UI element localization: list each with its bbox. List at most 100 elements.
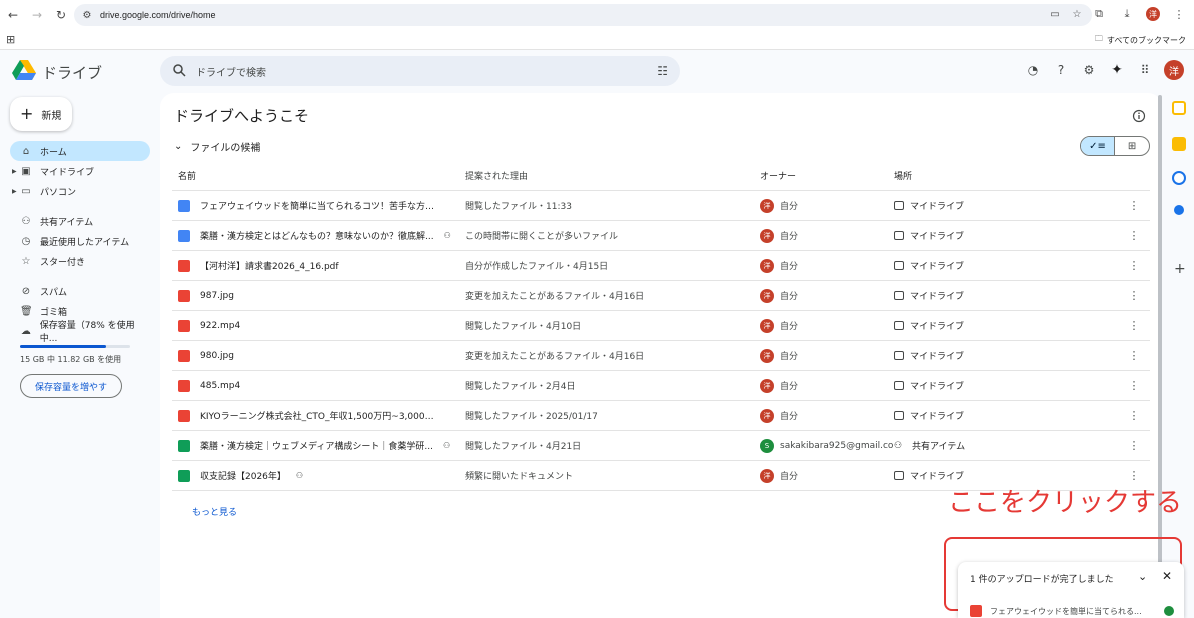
account-avatar[interactable]: 洋 — [1164, 60, 1184, 80]
file-name-cell[interactable]: 922.mp4 — [172, 319, 465, 332]
table-row[interactable]: 薬膳・漢方検定｜ウェブメディア構成シート｜食薬学研... ⚇ 閲覧したファイル・4月… — [172, 431, 1150, 461]
sidebar-item-my-drive[interactable]: ▶ ▣ マイドライブ — [10, 161, 150, 181]
my-drive-icon — [894, 231, 904, 240]
more-actions-icon[interactable]: ⋮ — [1124, 229, 1144, 242]
shared-people-icon: ⚇ — [894, 440, 903, 451]
more-actions-icon[interactable]: ⋮ — [1124, 379, 1144, 392]
more-actions-icon[interactable]: ⋮ — [1124, 199, 1144, 212]
reload-icon[interactable]: ↻ — [50, 4, 72, 26]
apps-grid-icon[interactable]: ⠿ — [1136, 61, 1154, 79]
file-name-cell[interactable]: 【河村洋】請求書2026_4_16.pdf — [172, 259, 465, 272]
more-actions-icon[interactable]: ⋮ — [1124, 289, 1144, 302]
table-row[interactable]: 485.mp4 閲覧したファイル・2月4日 洋自分 マイドライブ ⋮ — [172, 371, 1150, 401]
more-actions-icon[interactable]: ⋮ — [1124, 259, 1144, 272]
sheet-file-icon — [178, 469, 190, 482]
extensions-icon[interactable]: ⧉ — [1090, 5, 1108, 23]
forward-icon[interactable]: → — [26, 4, 48, 26]
location-cell[interactable]: マイドライブ — [894, 469, 1124, 482]
show-more-link[interactable]: もっと見る — [192, 505, 237, 518]
column-name[interactable]: 名前 — [172, 169, 465, 182]
location-cell[interactable]: マイドライブ — [894, 409, 1124, 422]
file-name-cell[interactable]: 薬膳・漢方検定｜ウェブメディア構成シート｜食薬学研... ⚇ — [172, 439, 465, 452]
sidebar-item-starred[interactable]: ☆ スター付き — [10, 251, 150, 271]
download-icon[interactable]: ⤓ — [1118, 5, 1136, 23]
owner-avatar: 洋 — [760, 258, 774, 273]
reason-cell: 自分が作成したファイル・4月15日 — [465, 262, 609, 272]
settings-gear-icon[interactable]: ⚙ — [1080, 61, 1098, 79]
image-file-icon — [178, 289, 190, 302]
table-row[interactable]: 980.jpg 変更を加えたことがあるファイル・4月16日 洋自分 マイドライブ ⋮ — [172, 341, 1150, 371]
expand-caret-icon[interactable]: ▶ — [12, 188, 17, 195]
more-actions-icon[interactable]: ⋮ — [1124, 349, 1144, 362]
more-actions-icon[interactable]: ⋮ — [1124, 469, 1144, 482]
offline-status-icon[interactable]: ◔ — [1024, 61, 1042, 79]
owner-name: 自分 — [780, 322, 799, 332]
table-row[interactable]: フェアウェイウッドを簡単に当てられるコツ！苦手な方は... 閲覧したファイル・11… — [172, 191, 1150, 221]
more-actions-icon[interactable]: ⋮ — [1124, 319, 1144, 332]
help-icon[interactable]: ? — [1052, 61, 1070, 79]
sidebar-item-recent[interactable]: ◷ 最近使用したアイテム — [10, 231, 150, 251]
location-cell[interactable]: マイドライブ — [894, 289, 1124, 302]
more-actions-icon[interactable]: ⋮ — [1124, 409, 1144, 422]
location-cell[interactable]: マイドライブ — [894, 229, 1124, 242]
keep-icon[interactable] — [1172, 137, 1186, 151]
tasks-icon[interactable] — [1172, 171, 1186, 185]
sidebar-item-spam[interactable]: ⊘ スパム — [10, 281, 150, 301]
collapse-chevron-icon[interactable]: ⌄ — [1138, 570, 1147, 583]
grid-view-button[interactable]: ⊞ — [1115, 137, 1149, 155]
location-cell[interactable]: マイドライブ — [894, 259, 1124, 272]
browser-menu-icon[interactable]: ⋮ — [1170, 5, 1188, 23]
sidebar-item-label: マイドライブ — [40, 167, 95, 178]
back-icon[interactable]: ← — [2, 4, 24, 26]
close-icon[interactable]: ✕ — [1162, 569, 1172, 583]
file-name: 薬膳・漢方検定｜ウェブメディア構成シート｜食薬学研... — [200, 442, 433, 452]
table-row[interactable]: KIYOラーニング株式会社_CTO_年収1,500万円~3,000万円... 閲覧… — [172, 401, 1150, 431]
expand-caret-icon[interactable]: ▶ — [12, 168, 17, 175]
sidebar-item-home[interactable]: ⌂ ホーム — [10, 141, 150, 161]
table-row[interactable]: 922.mp4 閲覧したファイル・4月10日 洋自分 マイドライブ ⋮ — [172, 311, 1150, 341]
get-more-storage-button[interactable]: 保存容量を増やす — [20, 374, 122, 398]
browser-profile-avatar[interactable]: 洋 — [1146, 7, 1160, 21]
upload-file-row[interactable]: フェアウェイウッドを簡単に当てられる... — [970, 604, 1174, 618]
list-view-button[interactable]: ✓ ≡ — [1081, 137, 1116, 155]
location-cell[interactable]: ⚇ 共有アイテム — [894, 439, 1124, 453]
file-name-cell[interactable]: 収支記録【2026年】 ⚇ — [172, 469, 465, 482]
file-name-cell[interactable]: 485.mp4 — [172, 379, 465, 392]
cast-icon[interactable]: ▭ — [1048, 7, 1062, 21]
add-addon-icon[interactable]: + — [1174, 261, 1186, 277]
file-name-cell[interactable]: 980.jpg — [172, 349, 465, 362]
info-icon[interactable] — [1132, 109, 1146, 123]
sidebar-nav: ⌂ ホーム ▶ ▣ マイドライブ ▶ ▭ パソコン ⚇ 共有アイテム ◷ 最近使… — [10, 141, 150, 344]
table-row[interactable]: 薬膳・漢方検定とはどんなもの？意味ないのか？徹底解... ⚇ この時間帯に開くことが… — [172, 221, 1150, 251]
file-name-cell[interactable]: 薬膳・漢方検定とはどんなもの？意味ないのか？徹底解... ⚇ — [172, 229, 465, 242]
file-name-cell[interactable]: KIYOラーニング株式会社_CTO_年収1,500万円~3,000万円... — [172, 409, 465, 422]
contacts-icon[interactable] — [1174, 205, 1184, 215]
search-options-icon[interactable]: ☷ — [657, 64, 668, 78]
location-cell[interactable]: マイドライブ — [894, 319, 1124, 332]
shared-people-icon: ⚇ — [442, 441, 451, 450]
table-row[interactable]: 【河村洋】請求書2026_4_16.pdf 自分が作成したファイル・4月15日 洋自… — [172, 251, 1150, 281]
file-name-cell[interactable]: 987.jpg — [172, 289, 465, 302]
search-input[interactable]: ドライブで検索 ☷ — [160, 56, 680, 86]
file-name-cell[interactable]: フェアウェイウッドを簡単に当てられるコツ！苦手な方は... — [172, 199, 465, 212]
more-actions-icon[interactable]: ⋮ — [1124, 439, 1144, 452]
owner-avatar: 洋 — [760, 198, 774, 213]
bookmark-star-icon[interactable]: ☆ — [1070, 7, 1084, 21]
suggested-files-toggle[interactable]: ⌄ ファイルの候補 — [174, 139, 260, 154]
reason-cell: 変更を加えたことがあるファイル・4月16日 — [465, 352, 645, 362]
location-cell[interactable]: マイドライブ — [894, 199, 1124, 212]
calendar-icon[interactable] — [1172, 101, 1186, 115]
sidebar-item-storage[interactable]: ☁ 保存容量（78% を使用中... — [10, 321, 150, 344]
sidebar-item-computers[interactable]: ▶ ▭ パソコン — [10, 181, 150, 201]
location-cell[interactable]: マイドライブ — [894, 379, 1124, 392]
table-row[interactable]: 987.jpg 変更を加えたことがあるファイル・4月16日 洋自分 マイドライブ ⋮ — [172, 281, 1150, 311]
new-button[interactable]: + 新規 — [10, 97, 72, 131]
drive-logo-icon[interactable] — [12, 60, 36, 80]
address-bar[interactable]: ⚙ drive.google.com/drive/home ▭ ☆ — [74, 4, 1092, 26]
site-info-icon[interactable]: ⚙ — [80, 8, 94, 22]
gemini-sparkle-icon[interactable]: ✦ — [1108, 61, 1126, 79]
location-cell[interactable]: マイドライブ — [894, 349, 1124, 362]
sidebar-item-shared[interactable]: ⚇ 共有アイテム — [10, 211, 150, 231]
apps-grid-icon[interactable]: ⊞ — [6, 33, 15, 46]
all-bookmarks[interactable]: 🗀 すべてのブックマーク — [1095, 33, 1186, 47]
